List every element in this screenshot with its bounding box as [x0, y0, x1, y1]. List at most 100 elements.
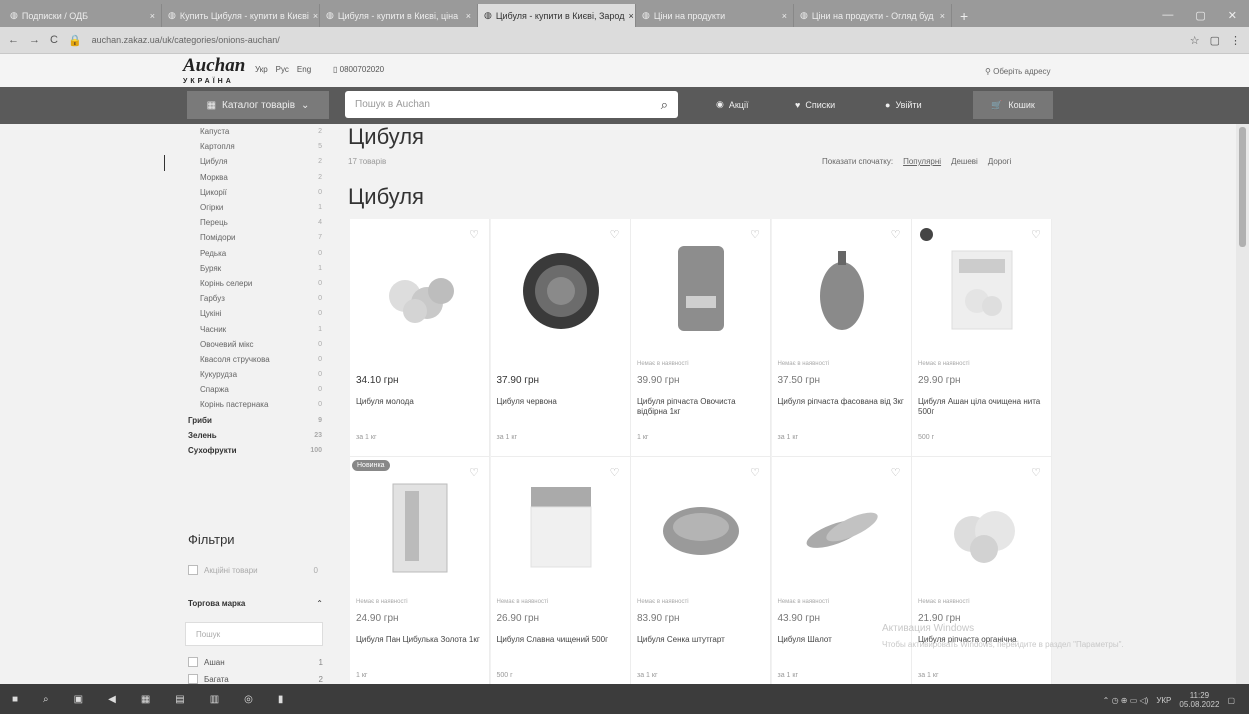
promos-link[interactable]: ◉ Акції	[716, 91, 748, 118]
category-item[interactable]: Часник 1	[185, 321, 335, 336]
category-item[interactable]: Помідори 7	[185, 230, 335, 245]
search-taskbar-icon[interactable]: ⌕	[43, 694, 49, 705]
category-item[interactable]: Сухофрукти 100	[185, 443, 335, 458]
app2-icon[interactable]: ▮	[278, 694, 284, 705]
brand-checkbox[interactable]	[188, 674, 198, 684]
product-name[interactable]: Цибуля молода	[356, 397, 484, 407]
brand-search-input[interactable]: Пошук	[185, 622, 323, 646]
windows-start-icon[interactable]: ■	[12, 694, 18, 705]
category-item[interactable]: Редька 0	[185, 246, 335, 261]
file-explorer-icon[interactable]: ▤	[175, 694, 184, 705]
heart-icon[interactable]: ♡	[750, 228, 760, 241]
product-image[interactable]	[656, 479, 746, 574]
close-icon[interactable]: ×	[940, 11, 945, 21]
category-item[interactable]: Корінь селери 0	[185, 276, 335, 291]
product-image[interactable]	[516, 241, 606, 336]
close-icon[interactable]: ×	[313, 11, 318, 21]
product-name[interactable]: Цибуля ріпчаста фасована від 3кг	[778, 397, 906, 407]
browser-tab[interactable]: ◍ Купить Цибуля - купити в Києві ×	[162, 4, 320, 27]
product-card[interactable]: ♡ Немає в наявності 83.90 грн Цибуля Сенка …	[631, 457, 771, 695]
brand-checkbox[interactable]	[188, 657, 198, 667]
forward-icon[interactable]: →	[29, 34, 40, 46]
phone-number[interactable]: ▯ 0800702020	[333, 65, 384, 74]
maximize-icon[interactable]: ▢	[1195, 9, 1205, 22]
promo-checkbox[interactable]	[188, 565, 198, 575]
reload-icon[interactable]: C	[50, 34, 58, 46]
product-image[interactable]	[937, 479, 1027, 574]
browser-tab[interactable]: ◍ Ціни на продукти - Огляд буд ×	[794, 4, 952, 27]
brand-item[interactable]: Ашан 1	[188, 657, 323, 667]
address-selector[interactable]: ⚲ Оберіть адресу	[985, 67, 1051, 76]
product-name[interactable]: Цибуля Ашан ціла очищена нита 500г	[918, 397, 1046, 417]
category-item[interactable]: Квасоля стручкова 0	[185, 352, 335, 367]
product-image[interactable]	[516, 479, 606, 574]
category-item[interactable]: Спаржа 0	[185, 382, 335, 397]
heart-icon[interactable]: ♡	[610, 228, 620, 241]
search-icon[interactable]: ⌕	[661, 97, 668, 113]
word-icon[interactable]: ▥	[210, 694, 219, 705]
brand-filter-header[interactable]: Торгова марка ⌃	[188, 599, 323, 608]
sort-option[interactable]: Дорогі	[988, 157, 1012, 166]
product-image[interactable]	[656, 241, 746, 336]
product-card[interactable]: ♡ Немає в наявності 21.90 грн Цибуля ріпчас…	[912, 457, 1052, 695]
product-name[interactable]: Цибуля Сенка штутгарт	[637, 635, 765, 645]
category-item[interactable]: Гриби 9	[185, 413, 335, 428]
product-image[interactable]	[797, 479, 887, 574]
product-card[interactable]: ♡ Новинка Немає в наявності 24.90 грн Цибуля…	[350, 457, 490, 695]
heart-icon[interactable]: ♡	[610, 466, 620, 479]
product-image[interactable]	[797, 241, 887, 336]
product-name[interactable]: Цибуля Пан Цибулька Золота 1кг	[356, 635, 484, 645]
category-item[interactable]: Овочевий мікс 0	[185, 337, 335, 352]
product-card[interactable]: ♡ Немає в наявності 29.90 грн Цибуля Ашан ц…	[912, 219, 1052, 457]
app-icon[interactable]: ◀	[108, 694, 116, 705]
product-name[interactable]: Цибуля червона	[497, 397, 625, 407]
menu-icon[interactable]: ⋮	[1230, 34, 1241, 47]
category-item[interactable]: Цикорії 0	[185, 185, 335, 200]
product-name[interactable]: Цибуля Славна чищений 500г	[497, 635, 625, 645]
category-item[interactable]: Корінь пастернака 0	[185, 397, 335, 412]
search-input[interactable]: Пошук в Auchan ⌕	[345, 91, 678, 118]
product-card[interactable]: ♡ Немає в наявності 26.90 грн Цибуля Славна…	[490, 457, 631, 695]
notifications-icon[interactable]: ▢	[1227, 696, 1235, 705]
extensions-icon[interactable]: ▢	[1210, 34, 1220, 47]
browser-tab[interactable]: ◍ Ціни на продукти ×	[636, 4, 794, 27]
lang-option[interactable]: Рус	[276, 65, 289, 74]
lists-link[interactable]: ♥ Списки	[795, 91, 835, 118]
product-card[interactable]: ♡ Немає в наявності 39.90 грн Цибуля ріпчас…	[631, 219, 771, 457]
login-link[interactable]: ● Увійти	[885, 91, 922, 118]
lang-option[interactable]: Eng	[297, 65, 311, 74]
close-icon[interactable]: ×	[150, 11, 155, 21]
cart-button[interactable]: 🛒 Кошик	[973, 91, 1053, 119]
close-icon[interactable]: ×	[782, 11, 787, 21]
heart-icon[interactable]: ♡	[1031, 466, 1041, 479]
product-name[interactable]: Цибуля ріпчаста Овочиста відбірна 1кг	[637, 397, 765, 417]
heart-icon[interactable]: ♡	[469, 466, 479, 479]
url-field[interactable]: auchan.zakaz.ua/uk/categories/onions-auc…	[92, 35, 1180, 45]
scrollbar[interactable]	[1236, 124, 1249, 684]
star-icon[interactable]: ☆	[1190, 34, 1200, 47]
category-item[interactable]: Зелень 23	[185, 428, 335, 443]
category-item[interactable]: Огірки 1	[185, 200, 335, 215]
category-item[interactable]: Гарбуз 0	[185, 291, 335, 306]
browser-tab[interactable]: ◍ Цибуля - купити в Києві, Зарод ×	[478, 4, 636, 27]
back-icon[interactable]: ←	[8, 34, 19, 46]
new-tab-button[interactable]: +	[952, 4, 976, 27]
excel-icon[interactable]: ▦	[141, 694, 150, 705]
product-image[interactable]	[375, 241, 465, 336]
category-item[interactable]: Цукіні 0	[185, 306, 335, 321]
heart-icon[interactable]: ♡	[891, 466, 901, 479]
sort-option[interactable]: Дешеві	[951, 157, 978, 166]
category-item[interactable]: Капуста 2	[185, 124, 335, 139]
browser-tab[interactable]: ◍ Подписки / ОДБ ×	[4, 4, 162, 27]
category-item[interactable]: Кукурудза 0	[185, 367, 335, 382]
category-item[interactable]: Цибуля 2	[185, 154, 335, 169]
product-card[interactable]: ♡ Немає в наявності 43.90 грн Цибуля Шалот з…	[771, 457, 912, 695]
chrome-icon[interactable]: ◎	[244, 694, 253, 705]
sort-option[interactable]: Популярні	[903, 157, 941, 166]
scrollbar-thumb[interactable]	[1239, 127, 1246, 247]
task-view-icon[interactable]: ▣	[74, 694, 83, 705]
heart-icon[interactable]: ♡	[1031, 228, 1041, 241]
lang-option[interactable]: Укр	[255, 65, 268, 74]
close-icon[interactable]: ×	[628, 11, 633, 21]
heart-icon[interactable]: ♡	[750, 466, 760, 479]
